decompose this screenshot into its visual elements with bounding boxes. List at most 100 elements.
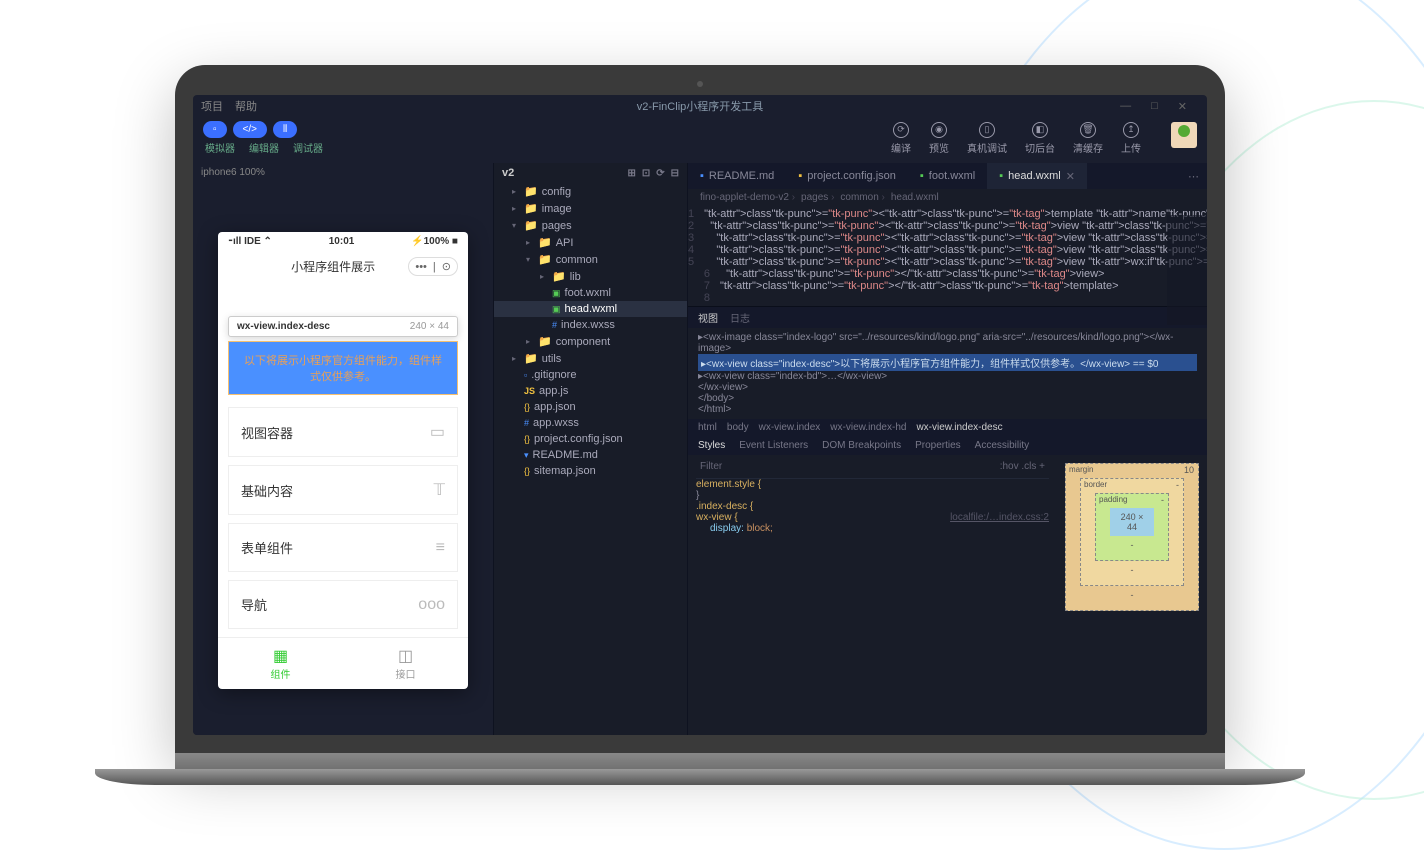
mode-editor-label: 编辑器: [249, 140, 279, 155]
tree-node[interactable]: {}project.config.json: [494, 431, 687, 447]
trash-icon: 🗑: [1080, 122, 1096, 138]
dom-path-seg[interactable]: wx-view.index-hd: [830, 422, 906, 433]
styles-tab[interactable]: Styles: [698, 440, 725, 451]
mode-simulator-pill[interactable]: ▫: [203, 121, 227, 138]
list-item[interactable]: 表单组件≡: [228, 523, 458, 572]
tree-node[interactable]: ▸📁lib: [494, 268, 687, 285]
tree-node[interactable]: ▣head.wxml: [494, 301, 687, 317]
editor-tab[interactable]: ▪head.wxml✕: [987, 163, 1087, 189]
grid-icon: ▦: [218, 646, 343, 666]
editor-tab[interactable]: ▪foot.wxml: [908, 163, 987, 189]
item-icon: ≡: [436, 539, 445, 557]
capsule-close-icon[interactable]: ⊙: [442, 260, 451, 273]
tree-node[interactable]: ▾📁common: [494, 251, 687, 268]
tab-component[interactable]: ▦组件: [218, 638, 343, 689]
close-icon[interactable]: ✕: [1178, 100, 1187, 113]
refresh-icon[interactable]: ⟳: [656, 168, 664, 179]
capsule-button[interactable]: •••|⊙: [408, 257, 458, 276]
remote-debug-button[interactable]: ▯真机调试: [967, 122, 1007, 155]
file-type-icon: ▪: [798, 170, 802, 182]
phone-frame: ⁃ıll IDE ⌃ 10:01 ⚡100% ■ 小程序组件展示 •••|⊙ w…: [218, 232, 468, 689]
devtools: 视图 日志 ▸<wx-image class="index-logo" src=…: [688, 306, 1207, 735]
dom-path-seg[interactable]: body: [727, 422, 749, 433]
styles-tab[interactable]: Properties: [915, 440, 961, 451]
styles-tab[interactable]: Event Listeners: [739, 440, 808, 451]
tabs-overflow-icon[interactable]: ⋯: [1180, 170, 1207, 183]
crumb[interactable]: head.wxml: [891, 192, 939, 203]
styles-filter-input[interactable]: Filter: [700, 461, 722, 472]
dom-tree[interactable]: ▸<wx-image class="index-logo" src="../re…: [688, 328, 1207, 419]
list-item[interactable]: 基础内容𝕋: [228, 465, 458, 515]
item-icon: ooo: [418, 596, 445, 614]
devtab-console[interactable]: 日志: [730, 310, 750, 325]
dom-path[interactable]: html body wx-view.index wx-view.index-hd wx-…: [688, 419, 1207, 436]
tab-api[interactable]: ◫接口: [343, 638, 468, 689]
editor-tab[interactable]: ▪project.config.json: [786, 163, 908, 189]
tree-node[interactable]: JSapp.js: [494, 383, 687, 399]
device-info[interactable]: iphone6 100%: [193, 163, 493, 182]
styles-panel[interactable]: Filter :hov .cls + element.style {}.inde…: [688, 455, 1057, 735]
preview-button[interactable]: ◉预览: [929, 122, 949, 155]
capsule-more-icon[interactable]: •••: [415, 261, 427, 273]
tree-node[interactable]: #app.wxss: [494, 415, 687, 431]
tree-node[interactable]: ▾README.md: [494, 447, 687, 463]
styles-tab[interactable]: Accessibility: [975, 440, 1029, 451]
clear-cache-button[interactable]: 🗑清缓存: [1073, 122, 1103, 155]
tree-node[interactable]: ▸📁utils: [494, 350, 687, 367]
mode-debugger-label: 调试器: [293, 140, 323, 155]
inspect-tooltip: wx-view.index-desc240 × 44: [228, 316, 458, 337]
tree-node[interactable]: ▸📁image: [494, 200, 687, 217]
tree-node[interactable]: ▸📁config: [494, 183, 687, 200]
background-button[interactable]: ◧切后台: [1025, 122, 1055, 155]
new-file-icon[interactable]: ⊞: [627, 168, 635, 179]
tree-node[interactable]: {}app.json: [494, 399, 687, 415]
highlighted-element[interactable]: 以下将展示小程序官方组件能力，组件样式仅供参考。: [228, 341, 458, 395]
breadcrumb[interactable]: fino-applet-demo-v2 pages common head.wxml: [688, 189, 1207, 206]
tree-node[interactable]: ▸📁API: [494, 234, 687, 251]
tree-node[interactable]: ▣foot.wxml: [494, 285, 687, 301]
dom-path-seg[interactable]: html: [698, 422, 717, 433]
styles-filter-controls[interactable]: :hov .cls +: [1000, 461, 1045, 472]
menu-help[interactable]: 帮助: [235, 98, 257, 114]
tree-root[interactable]: v2: [502, 167, 514, 179]
avatar[interactable]: [1171, 122, 1197, 148]
crumb[interactable]: common: [840, 192, 884, 203]
tree-node[interactable]: #index.wxss: [494, 317, 687, 333]
item-icon: ▭: [430, 422, 445, 442]
close-tab-icon[interactable]: ✕: [1066, 170, 1075, 183]
editor-tabs: ▪README.md▪project.config.json▪foot.wxml…: [688, 163, 1207, 189]
laptop-frame: 项目 帮助 v2-FinClip小程序开发工具 — □ ✕ ▫ </> ⫴ 模拟…: [175, 65, 1225, 777]
maximize-icon[interactable]: □: [1151, 100, 1158, 113]
compile-icon: ⟳: [893, 122, 909, 138]
minimap[interactable]: [1167, 215, 1207, 325]
list-item[interactable]: 视图容器▭: [228, 407, 458, 457]
mode-debugger-pill[interactable]: ⫴: [273, 121, 297, 138]
list-item[interactable]: 导航ooo: [228, 580, 458, 629]
crumb[interactable]: fino-applet-demo-v2: [700, 192, 795, 203]
dom-path-seg[interactable]: wx-view.index: [759, 422, 821, 433]
tree-node[interactable]: {}sitemap.json: [494, 463, 687, 479]
dom-path-seg[interactable]: wx-view.index-desc: [916, 422, 1002, 433]
toolbar: ▫ </> ⫴ 模拟器 编辑器 调试器 ⟳编译 ◉预览 ▯真机调试 ◧切后台 🗑…: [193, 117, 1207, 163]
crumb[interactable]: pages: [801, 192, 834, 203]
mode-editor-pill[interactable]: </>: [233, 121, 267, 138]
compile-button[interactable]: ⟳编译: [891, 122, 911, 155]
phone-statusbar: ⁃ıll IDE ⌃ 10:01 ⚡100% ■: [218, 232, 468, 251]
devtab-wxml[interactable]: 视图: [698, 310, 718, 325]
tree-node[interactable]: ▫.gitignore: [494, 367, 687, 383]
upload-button[interactable]: ↥上传: [1121, 122, 1141, 155]
tree-node[interactable]: ▸📁component: [494, 333, 687, 350]
menu-project[interactable]: 项目: [201, 98, 223, 114]
new-folder-icon[interactable]: ⊡: [642, 168, 650, 179]
tree-node[interactable]: ▾📁pages: [494, 217, 687, 234]
window-controls: — □ ✕: [1120, 100, 1199, 113]
code-editor[interactable]: 1"tk-attr">class"tk-punc">="tk-punc"><"t…: [688, 206, 1207, 306]
file-type-icon: ▪: [700, 170, 704, 182]
file-type-icon: ▪: [920, 170, 924, 182]
styles-tab[interactable]: DOM Breakpoints: [822, 440, 901, 451]
editor-tab[interactable]: ▪README.md: [688, 163, 786, 189]
collapse-icon[interactable]: ⊟: [671, 168, 679, 179]
mode-simulator-label: 模拟器: [205, 140, 235, 155]
switch-icon: ◧: [1032, 122, 1048, 138]
minimize-icon[interactable]: —: [1120, 100, 1131, 113]
